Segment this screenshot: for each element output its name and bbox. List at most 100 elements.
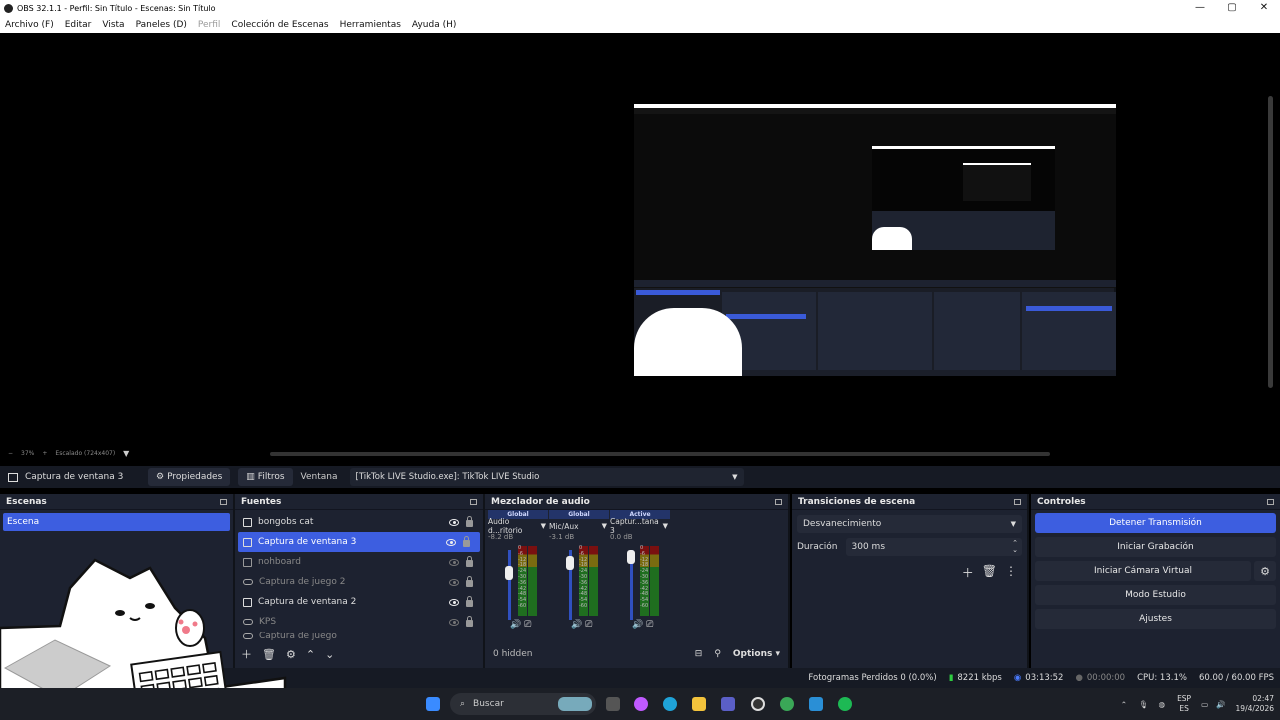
spinner-icon[interactable]: ⌃ ⌄ [1012,540,1018,554]
scene-item[interactable]: Escena [3,513,230,531]
volume-slider-handle[interactable] [566,556,574,570]
channel-menu-icon[interactable]: ▼ [663,522,668,530]
task-view-icon[interactable] [606,697,620,711]
lock-icon[interactable] [466,595,473,607]
lock-icon[interactable] [466,555,473,567]
maximize-icon[interactable]: ▢ [1216,0,1248,16]
filters-button[interactable]: ▥ Filtros [238,468,293,486]
eye-hidden-icon[interactable] [449,558,459,566]
teams-icon[interactable] [721,697,735,711]
move-up-icon[interactable]: ⌃ [306,648,315,661]
lock-icon[interactable] [463,535,470,547]
start-virtual-camera-button[interactable]: Iniciar Cámara Virtual [1035,561,1251,581]
preview-vertical-scrollbar[interactable] [1268,96,1273,388]
taskbar-search[interactable]: ⌕ Buscar [450,693,596,715]
layout-icon[interactable]: ⊟ [695,649,703,659]
windows-start-icon[interactable] [426,697,440,711]
clock-date: 19/4/2026 [1235,704,1274,713]
menu-ayuda[interactable]: Ayuda (H) [412,20,456,30]
minimize-icon[interactable]: — [1184,0,1216,16]
menu-editar[interactable]: Editar [65,20,92,30]
window-select[interactable]: [TikTok LIVE Studio.exe]: TikTok LIVE St… [349,468,744,486]
chrome-icon[interactable] [780,697,794,711]
mixer-channel: Global Mic/Aux ▼ -3.1 dB 0 -6 -12 -18 -24 -30-… [549,510,609,630]
eye-icon[interactable] [449,598,459,606]
channel-menu-icon[interactable]: ▼ [602,522,607,530]
mic-icon[interactable]: 🎙 [1139,700,1149,709]
move-down-icon[interactable]: ⌄ [325,648,334,661]
obs-taskbar-icon[interactable] [751,697,765,711]
capture-taskbar [742,370,1116,376]
file-explorer-icon[interactable] [692,697,706,711]
menu-herramientas[interactable]: Herramientas [340,20,401,30]
transition-select[interactable]: Desvanecimiento ▼ [797,515,1022,533]
zoom-in-button[interactable]: + [42,450,47,457]
record-time: 00:00:00 [1086,673,1126,683]
lock-icon[interactable] [466,515,473,527]
eye-icon[interactable] [449,518,459,526]
monitor-icon[interactable]: ⎚ [585,620,592,630]
menu-perfil[interactable]: Perfil [198,20,221,30]
zoom-out-button[interactable]: − [8,450,13,457]
monitor-icon[interactable]: ⎚ [524,620,531,630]
controls-header: Controles [1031,494,1280,510]
properties-button[interactable]: ⚙ Propiedades [148,468,231,486]
options-button[interactable]: Options ▾ [733,649,780,659]
speaker-icon[interactable]: 🔊 [632,620,643,630]
more-icon[interactable]: ⋮ [1005,564,1017,581]
float-icon[interactable] [220,498,227,505]
current-source-name: Captura de ventana 3 [25,472,124,482]
window-icon [8,472,18,482]
add-transition-button[interactable]: ＋ [962,564,974,581]
audio-mixer-dock: Mezclador de audio Global Audio d...rito… [485,494,790,668]
volume-slider-track[interactable] [508,550,511,620]
preview-capture [634,104,1116,376]
language-indicator[interactable]: ESP ES [1177,694,1191,714]
tray-expand-icon[interactable]: ⌃ [1121,700,1127,709]
display-icon[interactable]: ▭ [1201,700,1208,709]
eye-hidden-icon[interactable] [449,578,459,586]
duration-input[interactable]: 300 ms ⌃ ⌄ [845,538,1022,556]
menu-paneles[interactable]: Paneles (D) [136,20,187,30]
cat-eye-right [145,603,155,609]
close-icon[interactable]: ✕ [1248,0,1280,16]
clock[interactable]: 02:47 19/4/2026 [1236,694,1274,714]
controls-dock: Controles Detener Transmisión Iniciar Gr… [1031,494,1280,668]
channel-menu-icon[interactable]: ▼ [541,522,546,530]
filters-label: Filtros [257,472,285,482]
eye-hidden-icon[interactable] [449,618,459,626]
float-icon[interactable] [775,498,782,505]
trash-icon[interactable]: 🗑 [982,564,997,581]
float-icon[interactable] [1267,498,1274,505]
scale-dropdown-icon[interactable]: ▼ [123,449,129,458]
search-icon: ⌕ [460,699,466,709]
app-icon[interactable] [809,697,823,711]
network-icon[interactable]: ◍ [1159,700,1166,709]
volume-icon[interactable]: 🔊 [1216,700,1225,709]
filter-icon: ▥ [246,472,255,482]
gear-icon[interactable]: ⚙ [1254,561,1276,581]
speaker-icon[interactable]: 🔊 [510,620,521,630]
copilot-icon[interactable] [634,697,648,711]
menu-coleccion[interactable]: Colección de Escenas [231,20,328,30]
source-row[interactable]: bongobs cat [235,512,483,532]
start-recording-button[interactable]: Iniciar Grabación [1035,537,1276,557]
float-icon[interactable] [1014,498,1021,505]
speaker-icon[interactable]: 🔊 [571,620,582,630]
menu-archivo[interactable]: Archivo (F) [5,20,54,30]
settings-button[interactable]: Ajustes [1035,609,1276,629]
studio-mode-button[interactable]: Modo Estudio [1035,585,1276,605]
menu-vista[interactable]: Vista [102,20,124,30]
float-icon[interactable] [470,498,477,505]
source-name: Captura de juego [259,632,337,640]
link-settings-icon[interactable]: ⚲ [714,649,721,659]
eye-icon[interactable] [446,538,456,546]
stop-stream-button[interactable]: Detener Transmisión [1035,513,1276,533]
monitor-icon[interactable]: ⎚ [646,620,653,630]
edge-icon[interactable] [663,697,677,711]
volume-slider-handle[interactable] [505,566,513,580]
spotify-icon[interactable] [838,697,852,711]
lock-icon[interactable] [466,575,473,587]
volume-slider-handle[interactable] [627,550,635,564]
lock-icon[interactable] [466,615,473,627]
